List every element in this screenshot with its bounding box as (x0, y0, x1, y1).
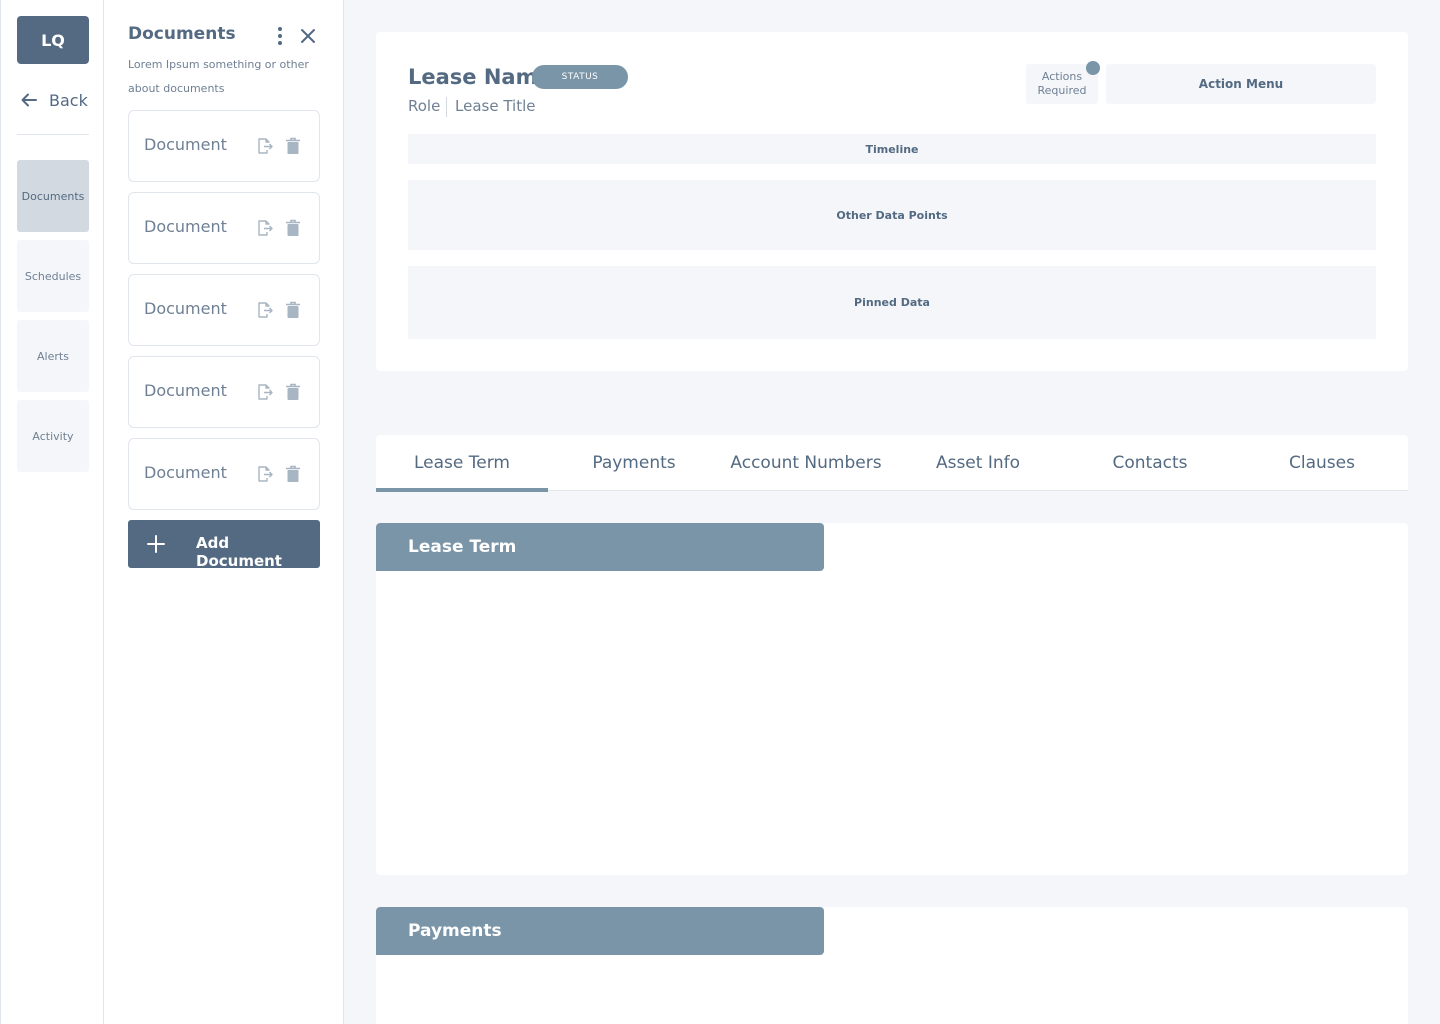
trash-icon[interactable] (285, 301, 301, 319)
document-label: Document (144, 463, 227, 482)
tab-payments[interactable]: Payments (548, 435, 720, 491)
document-label: Document (144, 381, 227, 400)
plus-icon (147, 535, 165, 553)
document-label: Document (144, 299, 227, 318)
timeline: Timeline (408, 134, 1376, 164)
document-label: Document (144, 135, 227, 154)
rail-item-activity[interactable]: Activity (17, 400, 89, 472)
rail-item-documents[interactable]: Documents (17, 160, 89, 232)
status-badge: STATUS (532, 65, 628, 89)
documents-description: Lorem Ipsum something or other about doc… (128, 58, 309, 95)
trash-icon[interactable] (285, 137, 301, 155)
tab-contacts[interactable]: Contacts (1064, 435, 1236, 491)
document-card[interactable]: Document (128, 438, 320, 510)
section-header: Lease Term (376, 523, 824, 571)
tab-clauses[interactable]: Clauses (1236, 435, 1408, 491)
rail-item-label: Alerts (37, 349, 69, 363)
document-card[interactable]: Document (128, 274, 320, 346)
document-label: Document (144, 217, 227, 236)
export-document-icon[interactable] (255, 301, 273, 319)
documents-panel-title: Documents (128, 24, 236, 44)
tab-asset-info[interactable]: Asset Info (892, 435, 1064, 491)
rail-item-alerts[interactable]: Alerts (17, 320, 89, 392)
rail-item-label: Schedules (24, 269, 82, 283)
rail-item-label: Documents (21, 189, 85, 203)
section-header: Payments (376, 907, 824, 955)
lease-tabs: Lease Term Payments Account Numbers Asse… (376, 435, 1408, 492)
rail-item-schedules[interactable]: Schedules (17, 240, 89, 312)
lease-term-section: Lease Term (376, 523, 1408, 875)
lease-name: Lease Name (408, 65, 552, 89)
document-card[interactable]: Document (128, 356, 320, 428)
app-rail: LQ Back Documents Schedules Alerts Activ… (0, 0, 104, 1024)
export-document-icon[interactable] (255, 465, 273, 483)
lease-role: Role (408, 97, 441, 115)
trash-icon[interactable] (285, 465, 301, 483)
lease-title: Lease Title (455, 97, 536, 115)
export-document-icon[interactable] (255, 137, 273, 155)
add-document-button[interactable]: Add Document (128, 520, 320, 570)
notification-dot (1086, 61, 1100, 75)
tab-lease-term[interactable]: Lease Term (376, 435, 548, 492)
role-divider (446, 97, 447, 117)
documents-panel: Documents Lorem Ipsum something or other… (104, 0, 344, 1024)
trash-icon[interactable] (285, 383, 301, 401)
document-card[interactable]: Document (128, 192, 320, 264)
lease-summary-card: Lease Name STATUS Role Lease Title Actio… (376, 32, 1408, 371)
rail-divider (17, 134, 89, 135)
pinned-data: Pinned Data (408, 266, 1376, 339)
back-label: Back (49, 90, 88, 110)
action-menu-button[interactable]: Action Menu (1106, 64, 1376, 104)
close-icon[interactable] (298, 26, 318, 46)
trash-icon[interactable] (285, 219, 301, 237)
more-options-icon[interactable] (272, 26, 288, 46)
add-document-label: Add Document (196, 534, 282, 570)
document-card[interactable]: Document (128, 110, 320, 182)
payments-section: Payments (376, 907, 1408, 1024)
app-logo: LQ (17, 16, 89, 64)
export-document-icon[interactable] (255, 219, 273, 237)
export-document-icon[interactable] (255, 383, 273, 401)
back-button[interactable]: Back (19, 86, 88, 114)
tab-account-numbers[interactable]: Account Numbers (720, 435, 892, 491)
rail-item-label: Activity (32, 429, 74, 443)
arrow-left-icon (21, 93, 37, 107)
other-data-points: Other Data Points (408, 180, 1376, 250)
